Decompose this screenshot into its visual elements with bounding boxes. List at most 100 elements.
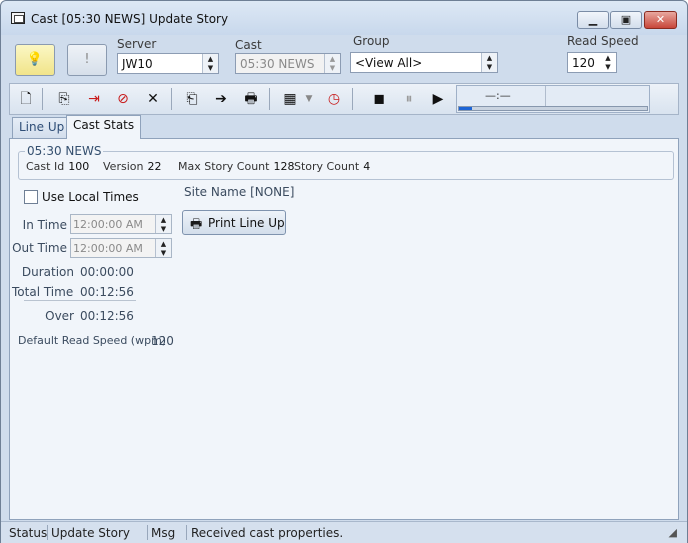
default-read-speed-label: Default Read Speed (wpm) (18, 334, 167, 347)
up-arrow-icon: ▲ (605, 54, 611, 62)
resize-grip-icon[interactable]: ◢ (669, 526, 677, 539)
tab-line-up[interactable]: Line Up (12, 117, 72, 138)
minimize-button[interactable]: ▁ (577, 11, 609, 29)
print-icon[interactable]: 🖶 (239, 87, 263, 111)
remove-icon[interactable]: ⊘ (111, 87, 135, 111)
alert-button[interactable]: ! (67, 44, 107, 76)
total-time-label: Total Time (12, 285, 74, 299)
progress-bar (458, 106, 648, 111)
down-arrow-icon: ▼ (605, 63, 611, 71)
out-time-input[interactable]: 12:00:00 AM ▲ ▼ (70, 238, 172, 258)
in-time-label: In Time (22, 218, 67, 232)
maximize-button[interactable]: ▣ (610, 11, 642, 29)
up-arrow-icon: ▲ (207, 55, 214, 63)
cast-select[interactable]: 05:30 NEWS ▲ ▼ (235, 53, 341, 74)
group-dropdown-arrows[interactable]: ▲ ▼ (481, 53, 497, 72)
server-value: JW10 (122, 57, 153, 71)
story-count-value: 4 (363, 160, 371, 173)
view-icon[interactable]: ▦ (278, 87, 302, 111)
server-select[interactable]: JW10 ▲ ▼ (117, 53, 219, 74)
print-line-up-button[interactable]: 🖶 Print Line Up (182, 210, 286, 235)
max-story-count-value: 128 (273, 160, 295, 173)
read-speed-spin-arrows[interactable]: ▲ ▼ (600, 53, 616, 72)
close-button[interactable]: ✕ (644, 11, 677, 29)
total-time-value: 00:12:56 (80, 285, 134, 299)
max-story-count-stat: Max Story Count 128 (178, 160, 294, 173)
read-speed-spinner[interactable]: 120 ▲ ▼ (567, 52, 617, 73)
status-separator (186, 525, 187, 540)
app-icon (11, 12, 25, 24)
move-out-icon[interactable]: ⇥ (82, 87, 106, 111)
max-story-count-label: Max Story Count (178, 160, 270, 173)
version-label: Version (103, 160, 144, 173)
print-line-up-label: Print Line Up (208, 216, 285, 230)
send-icon[interactable]: ➔ (209, 87, 233, 111)
out-time-value: 12:00:00 AM (73, 242, 143, 255)
group-value: <View All> (355, 56, 423, 70)
down-arrow-icon: ▼ (486, 63, 493, 71)
msg-label: Msg (151, 526, 176, 540)
lightbulb-icon: 💡 (26, 52, 44, 67)
printer-icon: 🖶 (190, 217, 203, 232)
status-label: Status (9, 526, 48, 540)
status-value: Update Story (51, 526, 130, 540)
site-name-label: Site Name [NONE] (184, 185, 295, 199)
server-label: Server (117, 37, 157, 51)
cast-id-label: Cast Id (26, 160, 65, 173)
timer-icon[interactable]: ◷ (322, 87, 346, 111)
version-value: 22 (147, 160, 162, 173)
new-document-icon[interactable]: 🗋 (14, 87, 38, 111)
exclamation-icon: ! (84, 52, 90, 67)
stop-icon[interactable]: ◼ (367, 87, 391, 111)
out-time-spin-arrows[interactable]: ▲ ▼ (155, 239, 171, 257)
cast-value: 05:30 NEWS (240, 57, 315, 71)
up-arrow-icon: ▲ (329, 55, 336, 63)
status-separator (147, 525, 148, 540)
up-arrow-icon: ▲ (486, 54, 493, 62)
pause-icon[interactable]: ⏸ (397, 87, 421, 111)
over-label: Over (45, 309, 74, 323)
title-bar[interactable]: Cast [05:30 NEWS] Update Story ▁ ▣ ✕ (1, 1, 687, 35)
status-separator (47, 525, 48, 540)
toolbar-separator (352, 88, 353, 110)
total-divider (24, 300, 136, 301)
cast-id-stat: Cast Id 100 (26, 160, 89, 173)
down-arrow-icon: ▼ (207, 64, 214, 72)
msg-value: Received cast properties. (191, 526, 344, 540)
duration-value: 00:00:00 (80, 265, 134, 279)
in-time-spin-arrows[interactable]: ▲ ▼ (155, 215, 171, 233)
down-arrow-icon: ▼ (160, 249, 167, 257)
dropdown-icon[interactable]: ▼ (302, 87, 316, 111)
paste-icon[interactable]: ⎗ (180, 87, 204, 111)
in-time-input[interactable]: 12:00:00 AM ▲ ▼ (70, 214, 172, 234)
status-bar: Status Update Story Msg Received cast pr… (1, 521, 687, 543)
window-title: Cast [05:30 NEWS] Update Story (31, 12, 229, 26)
default-read-speed-value: 120 (151, 334, 174, 348)
delete-icon[interactable]: ✕ (141, 87, 165, 111)
up-arrow-icon: ▲ (160, 240, 167, 248)
cast-stats-panel: 05:30 NEWS Cast Id 100 Version 22 Max Stor… (9, 138, 679, 520)
use-local-times-checkbox[interactable] (24, 190, 38, 204)
toolbar-separator (171, 88, 172, 110)
use-local-times-label: Use Local Times (42, 190, 139, 204)
story-count-label: Story Count (294, 160, 360, 173)
toolbar-separator (269, 88, 270, 110)
cast-id-value: 100 (68, 160, 90, 173)
minimize-icon: ▁ (588, 13, 598, 26)
close-icon: ✕ (655, 13, 666, 26)
cast-dropdown-arrows[interactable]: ▲ ▼ (324, 54, 340, 73)
progress-indicator: —:— (456, 85, 650, 113)
version-stat: Version 22 (103, 160, 161, 173)
server-dropdown-arrows[interactable]: ▲ ▼ (202, 54, 218, 73)
play-icon[interactable]: ▶ (426, 87, 450, 111)
group-select[interactable]: <View All> ▲ ▼ (350, 52, 498, 73)
progress-divider (545, 86, 546, 106)
up-arrow-icon: ▲ (160, 216, 167, 224)
read-speed-value: 120 (572, 56, 595, 70)
down-arrow-icon: ▼ (160, 225, 167, 233)
lightbulb-button[interactable]: 💡 (15, 44, 55, 76)
down-arrow-icon: ▼ (329, 64, 336, 72)
copy-icon[interactable]: ⎘ (52, 87, 76, 111)
tab-cast-stats[interactable]: Cast Stats (66, 115, 142, 139)
in-time-value: 12:00:00 AM (73, 218, 143, 231)
